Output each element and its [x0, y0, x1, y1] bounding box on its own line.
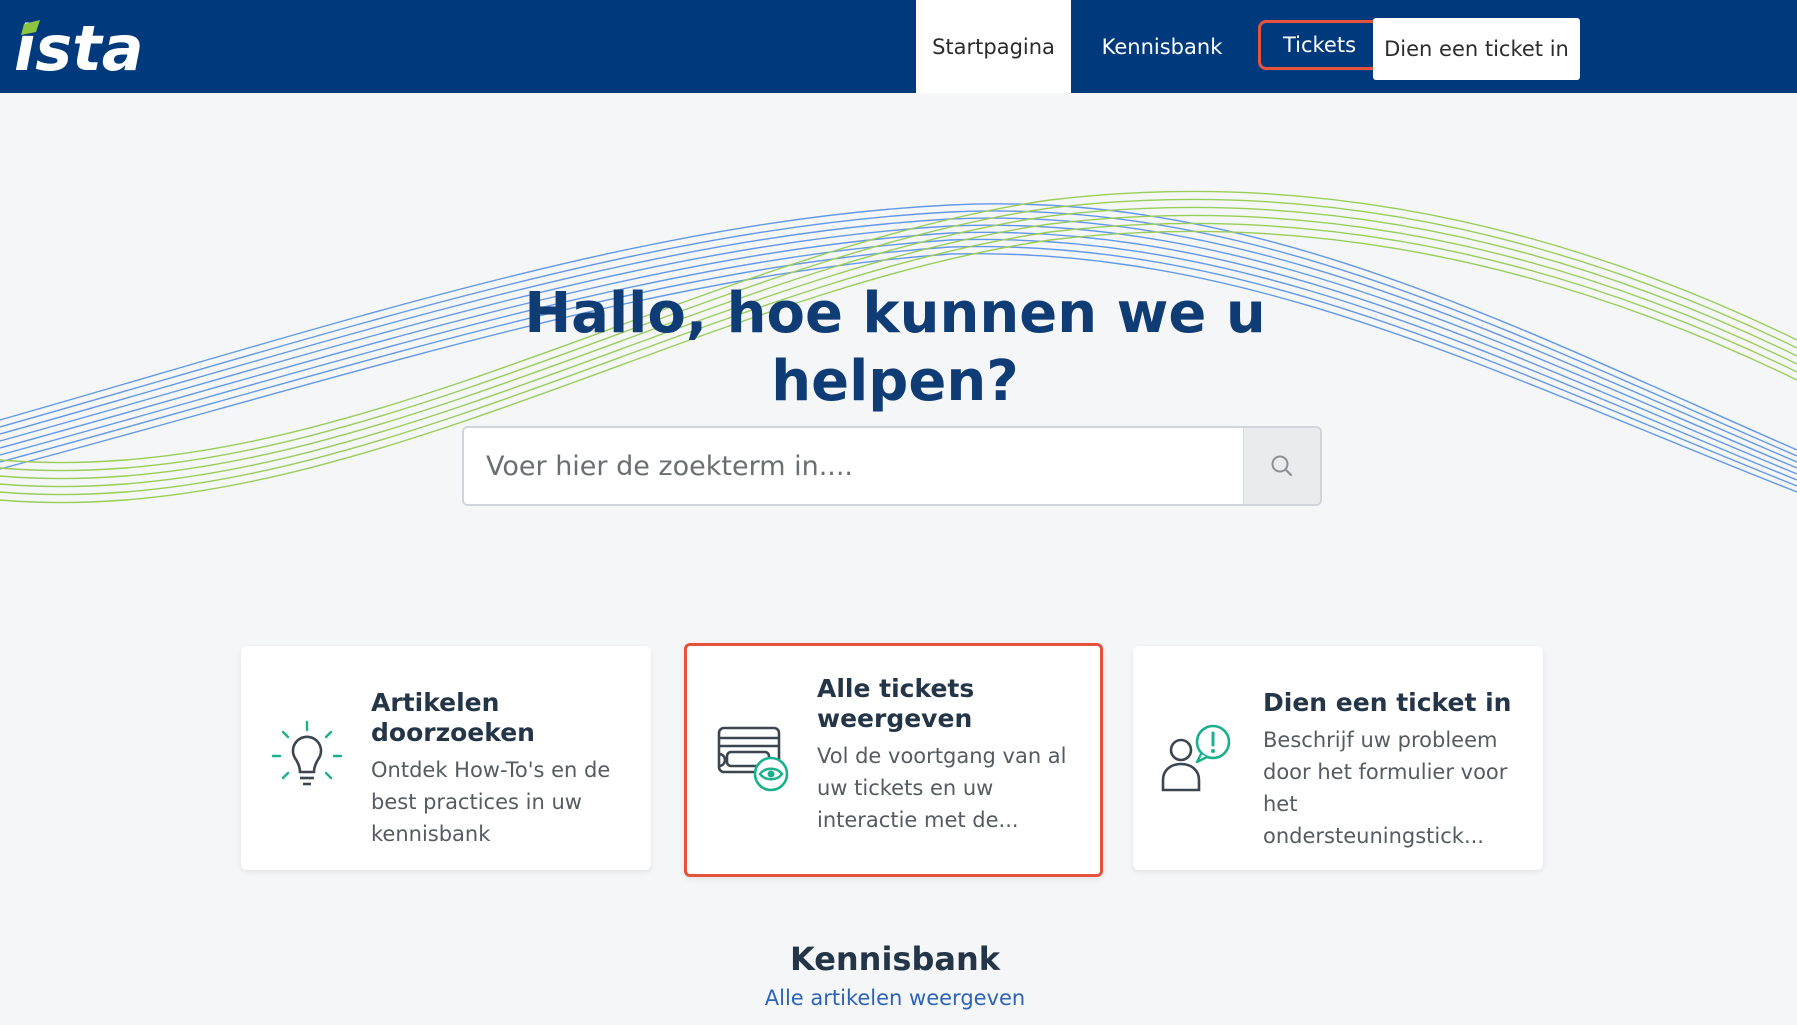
- card-text: Dien een ticket in Beschrijf uw probleem…: [1263, 688, 1523, 852]
- card-title: Dien een ticket in: [1263, 688, 1512, 717]
- user-alert-icon: [1161, 724, 1231, 792]
- card-view-tickets[interactable]: Alle tickets weergeven Vol de voortgang …: [684, 643, 1103, 877]
- nav-tab-startpagina[interactable]: Startpagina: [916, 0, 1071, 93]
- card-search-articles[interactable]: Artikelen doorzoeken Ontdek How-To's en …: [241, 646, 651, 870]
- card-text: Alle tickets weergeven Vol de voortgang …: [817, 674, 1080, 836]
- card-title: Alle tickets weergeven: [817, 674, 975, 733]
- search-input[interactable]: [464, 428, 1246, 504]
- card-description: Vol de voortgang van al uw tickets en uw…: [817, 744, 1067, 832]
- ista-logo[interactable]: ista: [14, 12, 169, 82]
- card-title: Artikelen doorzoeken: [371, 688, 535, 747]
- lightbulb-icon: [271, 720, 343, 786]
- card-description: Beschrijf uw probleem door het formulier…: [1263, 728, 1508, 848]
- submit-ticket-button[interactable]: Dien een ticket in: [1373, 18, 1580, 80]
- card-description: Ontdek How-To's en de best practices in …: [371, 758, 611, 846]
- nav-tab-tickets[interactable]: Tickets: [1258, 20, 1381, 70]
- hero-title: Hallo, hoe kunnen we u helpen?: [524, 281, 1266, 414]
- search-button[interactable]: [1243, 428, 1320, 504]
- top-navigation-bar: ista Startpagina Kennisbank Tickets Dien…: [0, 0, 1797, 93]
- view-all-articles-link[interactable]: Alle artikelen weergeven: [700, 986, 1090, 1010]
- card-submit-ticket[interactable]: Dien een ticket in Beschrijf uw probleem…: [1133, 646, 1543, 870]
- search-icon: [1271, 455, 1293, 477]
- card-text: Artikelen doorzoeken Ontdek How-To's en …: [371, 688, 631, 850]
- ticket-view-icon: [717, 726, 789, 792]
- nav-tab-kennisbank[interactable]: Kennisbank: [1086, 0, 1238, 93]
- knowledge-base-heading: Kennisbank: [789, 940, 1001, 978]
- search-bar: [462, 426, 1322, 506]
